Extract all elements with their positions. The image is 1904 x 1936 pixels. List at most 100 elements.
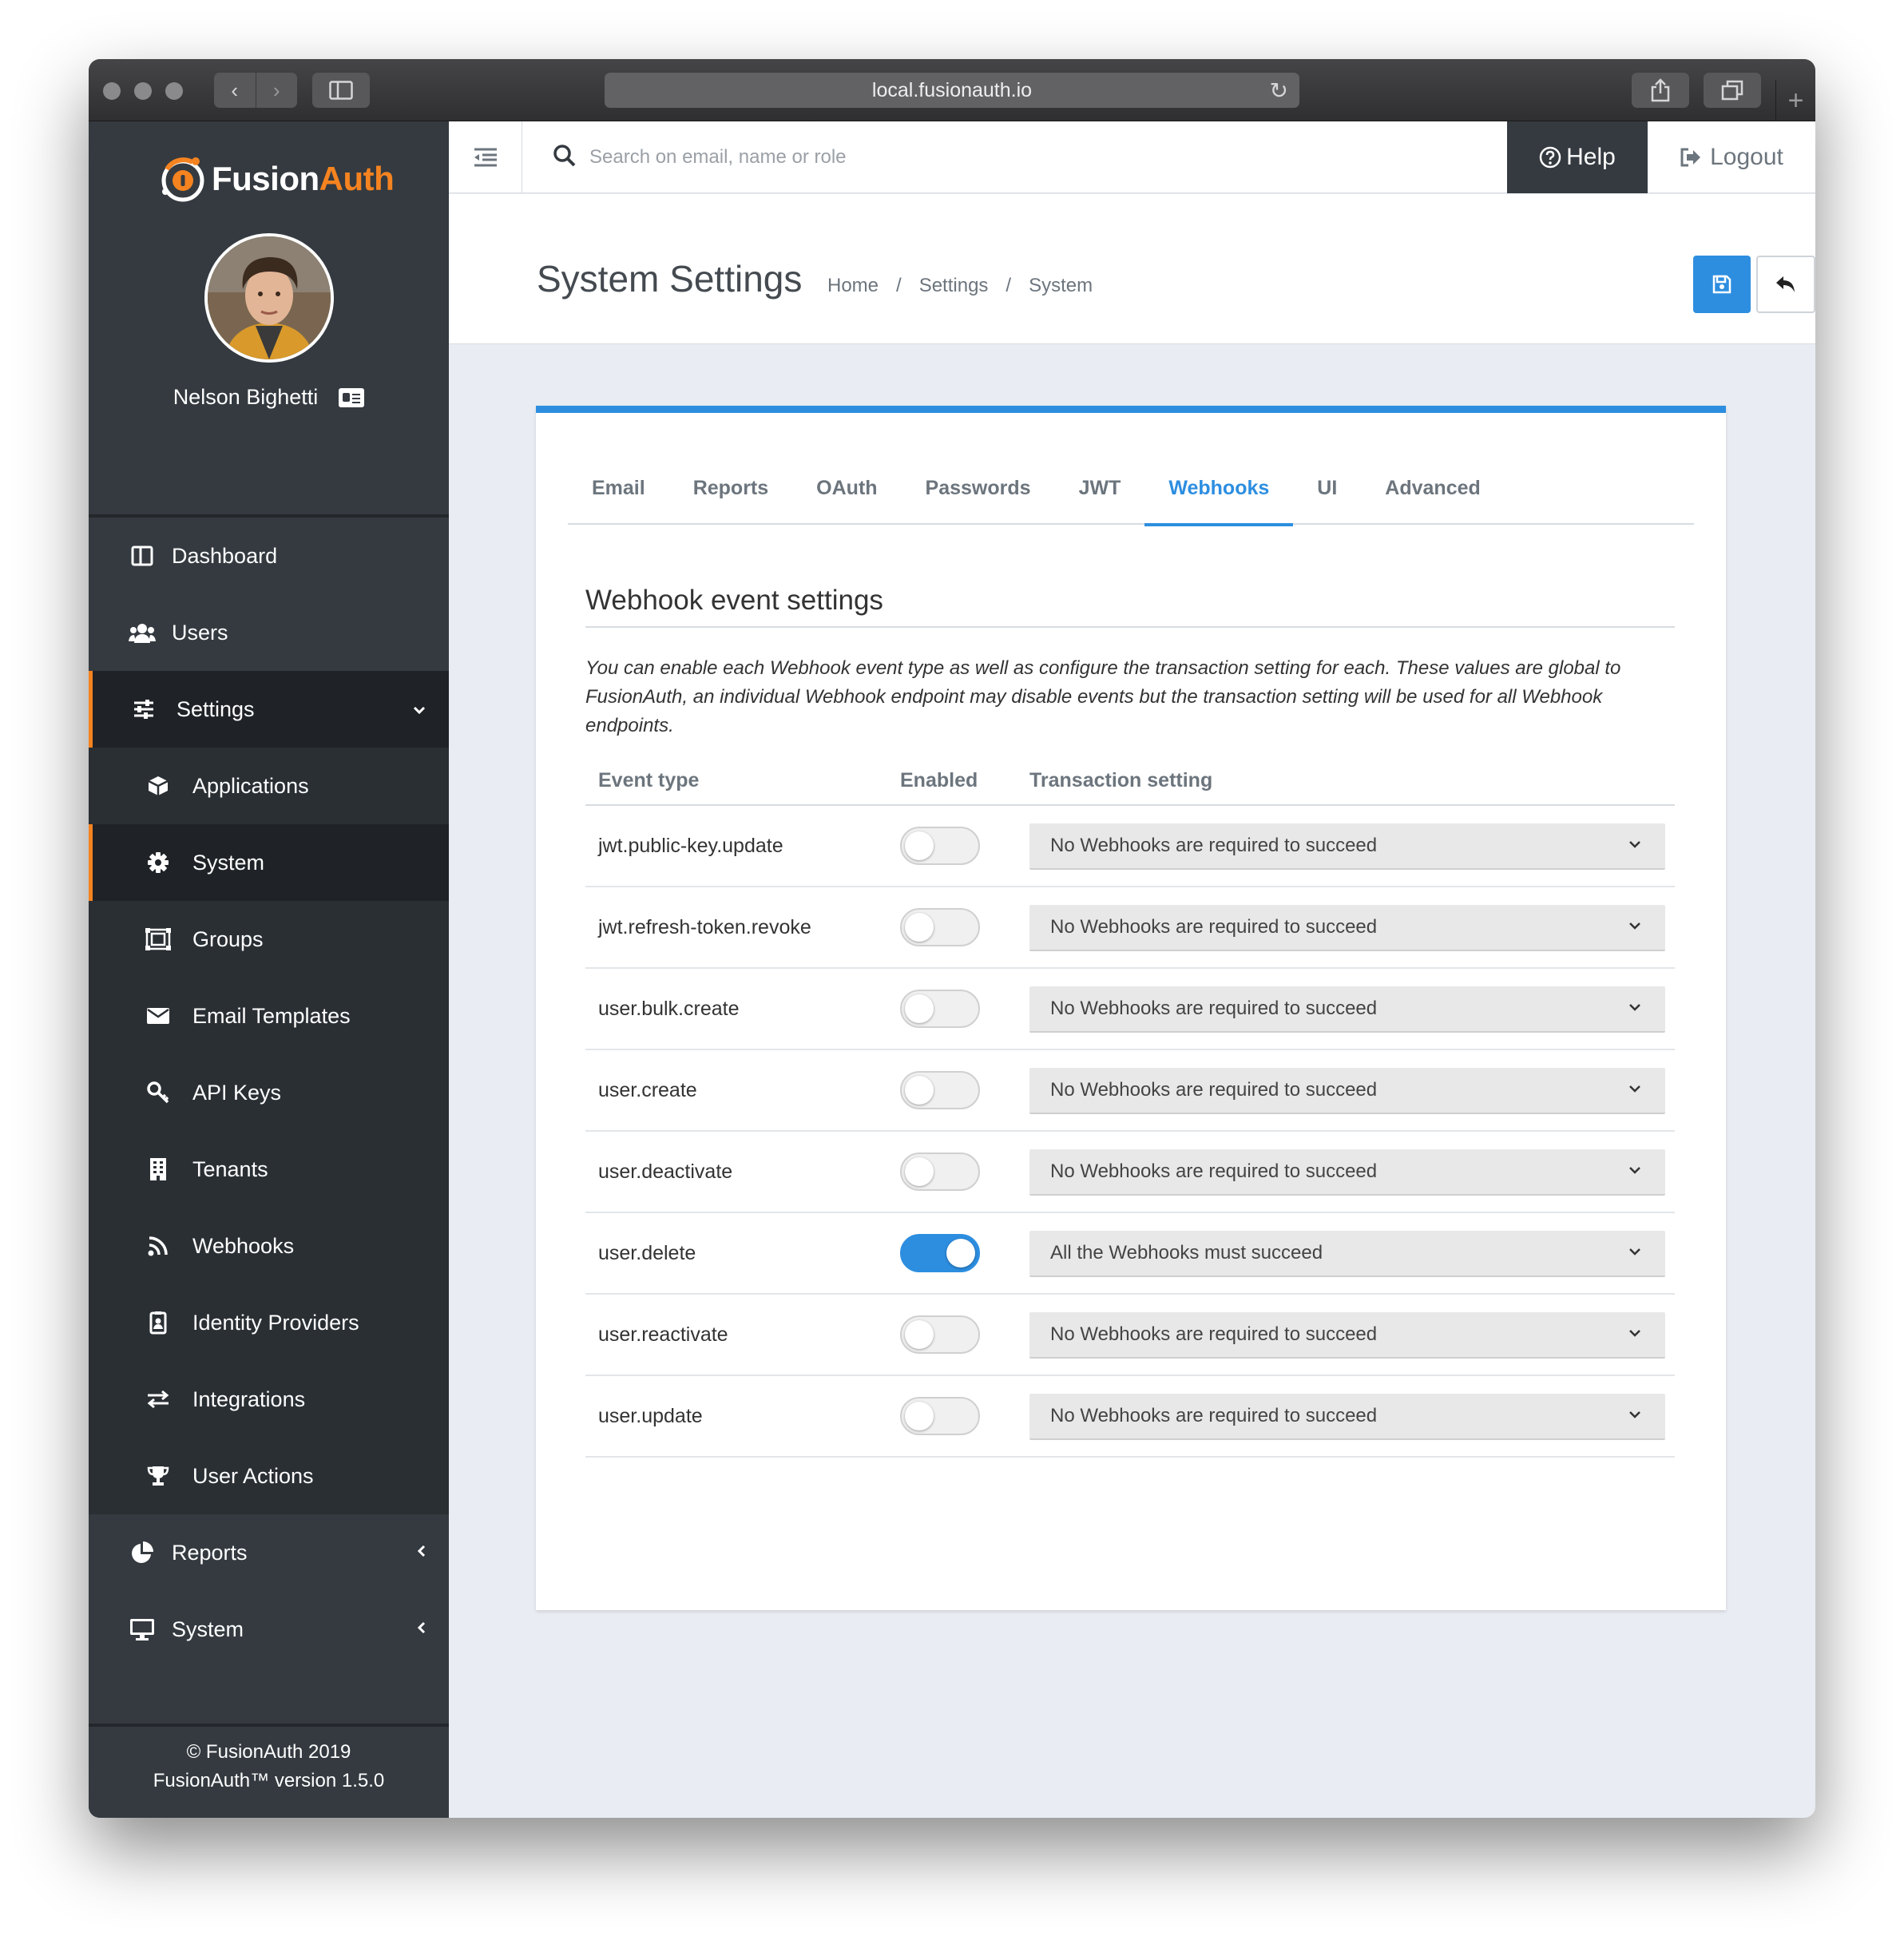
sidebar-item-webhooks[interactable]: Webhooks xyxy=(89,1208,449,1284)
event-enabled-toggle[interactable] xyxy=(900,1234,980,1272)
selected-value: No Webhooks are required to succeed xyxy=(1050,1079,1378,1101)
table-row: user.create No Webhooks are required to … xyxy=(585,1050,1675,1132)
sidebar-item-api-keys[interactable]: API Keys xyxy=(89,1054,449,1131)
event-type-name: user.create xyxy=(598,1078,697,1101)
help-label: Help xyxy=(1566,144,1616,170)
tab-passwords[interactable]: Passwords xyxy=(902,467,1055,525)
toggle-knob xyxy=(905,831,934,860)
tab-oauth[interactable]: OAuth xyxy=(792,467,901,525)
selected-value: No Webhooks are required to succeed xyxy=(1050,1323,1378,1345)
sidebar-item-users[interactable]: Users xyxy=(89,594,449,671)
sidebar-item-system-settings[interactable]: System xyxy=(89,824,449,901)
event-enabled-toggle[interactable] xyxy=(900,1397,980,1435)
browser-window: ‹ › local.fusionauth.io ↻ + FusionAuth N… xyxy=(89,59,1815,1818)
reload-icon[interactable]: ↻ xyxy=(1270,77,1288,104)
reply-arrow-icon xyxy=(1776,276,1795,292)
user-avatar[interactable] xyxy=(204,233,334,363)
sidebar-toggle-button[interactable] xyxy=(312,73,370,108)
table-row: user.deactivate No Webhooks are required… xyxy=(585,1132,1675,1213)
share-button[interactable] xyxy=(1632,73,1689,108)
save-button[interactable] xyxy=(1693,256,1751,313)
sidebar-item-integrations[interactable]: Integrations xyxy=(89,1361,449,1438)
transaction-setting-select[interactable]: No Webhooks are required to succeed xyxy=(1029,1149,1665,1196)
event-enabled-toggle[interactable] xyxy=(900,908,980,946)
sidebar-item-email-templates[interactable]: Email Templates xyxy=(89,978,449,1054)
help-button[interactable]: Help xyxy=(1507,121,1648,193)
forward-arrow-icon[interactable]: › xyxy=(255,73,298,108)
dashboard-icon xyxy=(129,542,156,569)
tab-webhooks[interactable]: Webhooks xyxy=(1144,467,1294,526)
logo-mark-icon xyxy=(161,157,204,202)
section-description: You can enable each Webhook event type a… xyxy=(585,657,1621,736)
sidebar-item-tenants[interactable]: Tenants xyxy=(89,1131,449,1208)
chevron-down-icon xyxy=(412,698,426,720)
transaction-setting-select[interactable]: No Webhooks are required to succeed xyxy=(1029,1312,1665,1359)
toggle-knob xyxy=(905,994,934,1023)
event-enabled-toggle[interactable] xyxy=(900,1152,980,1191)
window-zoom-button[interactable] xyxy=(165,82,183,100)
sidebar-item-dashboard[interactable]: Dashboard xyxy=(89,518,449,594)
selected-value: All the Webhooks must succeed xyxy=(1050,1242,1323,1264)
tab-email[interactable]: Email xyxy=(568,467,669,525)
indent-icon xyxy=(474,148,497,167)
sidebar-item-label: Webhooks xyxy=(192,1233,295,1258)
breadcrumb-home[interactable]: Home xyxy=(827,275,879,297)
cube-icon xyxy=(145,772,172,799)
chevron-down-icon xyxy=(1629,1085,1640,1093)
transaction-setting-select[interactable]: All the Webhooks must succeed xyxy=(1029,1231,1665,1277)
logout-button[interactable]: Logout xyxy=(1648,121,1815,193)
sidebar-item-user-actions[interactable]: User Actions xyxy=(89,1438,449,1514)
sidebar-item-applications[interactable]: Applications xyxy=(89,748,449,824)
window-close-button[interactable] xyxy=(103,82,121,100)
sidebar-item-identity-providers[interactable]: Identity Providers xyxy=(89,1284,449,1361)
column-header-event-type: Event type xyxy=(598,768,700,791)
tab-jwt[interactable]: JWT xyxy=(1055,467,1145,525)
tabs-overview-button[interactable] xyxy=(1704,73,1761,108)
sidebar-item-label: Tenants xyxy=(192,1156,268,1181)
transaction-setting-select[interactable]: No Webhooks are required to succeed xyxy=(1029,823,1665,870)
sidebar-item-settings[interactable]: Settings xyxy=(89,671,449,748)
sidebar-item-groups[interactable]: Groups xyxy=(89,901,449,978)
selected-value: No Webhooks are required to succeed xyxy=(1050,835,1378,856)
sidebar-footer: © FusionAuth 2019 FusionAuth™ version 1.… xyxy=(89,1724,449,1818)
event-enabled-toggle[interactable] xyxy=(900,1315,980,1354)
tab-reports[interactable]: Reports xyxy=(669,467,792,525)
sliders-icon xyxy=(130,696,157,723)
transaction-setting-select[interactable]: No Webhooks are required to succeed xyxy=(1029,905,1665,951)
window-minimize-button[interactable] xyxy=(134,82,152,100)
sign-out-icon xyxy=(1680,148,1701,167)
breadcrumb-settings[interactable]: Settings xyxy=(919,275,989,297)
transaction-setting-select[interactable]: No Webhooks are required to succeed xyxy=(1029,1394,1665,1440)
address-bar[interactable]: local.fusionauth.io ↻ xyxy=(605,73,1299,108)
exchange-icon xyxy=(145,1386,172,1413)
selected-value: No Webhooks are required to succeed xyxy=(1050,1405,1378,1426)
cancel-button[interactable] xyxy=(1756,256,1815,313)
new-tab-button[interactable]: + xyxy=(1775,80,1815,121)
chevron-down-icon xyxy=(1629,841,1640,848)
chevron-left-icon xyxy=(417,1541,426,1564)
table-row: user.bulk.create No Webhooks are require… xyxy=(585,969,1675,1050)
sidebar-item-label: System xyxy=(172,1617,244,1641)
user-name[interactable]: Nelson Bighetti xyxy=(173,385,319,410)
event-enabled-toggle[interactable] xyxy=(900,827,980,865)
tab-advanced[interactable]: Advanced xyxy=(1361,467,1504,525)
sidebar-item-system[interactable]: System xyxy=(89,1591,449,1668)
toggle-knob xyxy=(905,913,934,942)
sidebar-menu: Dashboard Users Settings Applications Sy… xyxy=(89,518,449,1668)
building-icon xyxy=(145,1156,172,1183)
event-enabled-toggle[interactable] xyxy=(900,1071,980,1109)
search-input[interactable] xyxy=(589,139,1148,176)
back-arrow-icon[interactable]: ‹ xyxy=(214,73,256,108)
transaction-setting-select[interactable]: No Webhooks are required to succeed xyxy=(1029,1068,1665,1114)
sidebar-item-reports[interactable]: Reports xyxy=(89,1514,449,1591)
event-enabled-toggle[interactable] xyxy=(900,990,980,1028)
sidebar-collapse-button[interactable] xyxy=(449,121,522,193)
chevron-left-icon xyxy=(417,1618,426,1640)
tab-ui[interactable]: UI xyxy=(1293,467,1361,525)
id-card-icon[interactable] xyxy=(339,387,365,407)
users-icon xyxy=(129,619,156,646)
fusionauth-logo[interactable]: FusionAuth xyxy=(156,150,395,208)
transaction-setting-select[interactable]: No Webhooks are required to succeed xyxy=(1029,986,1665,1033)
sidebar-item-label: User Actions xyxy=(192,1463,314,1488)
breadcrumb: Home / Settings / System xyxy=(827,275,1093,297)
